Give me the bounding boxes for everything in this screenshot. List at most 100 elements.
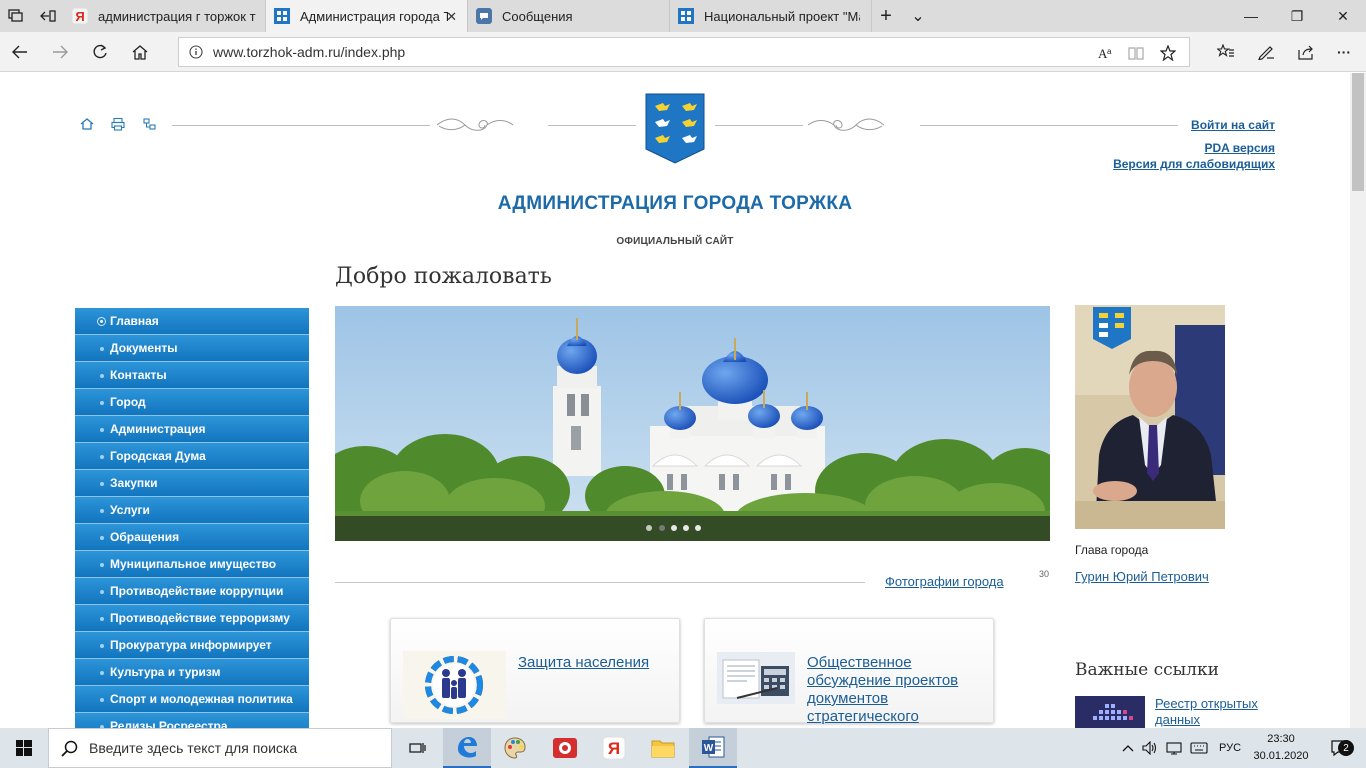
windows-taskbar: Введите здесь текст для поиска Я W РУС 2… <box>0 728 1366 768</box>
print-icon[interactable] <box>111 117 125 131</box>
close-window-button[interactable]: ✕ <box>1320 0 1366 32</box>
public-discussion-link[interactable]: Общественное обсуждение проектов докумен… <box>807 654 987 728</box>
mayor-photo[interactable] <box>1075 305 1225 529</box>
slider-dot[interactable] <box>683 525 689 531</box>
start-button[interactable] <box>0 728 48 768</box>
tabs-dropdown-icon[interactable]: ⌄ <box>902 0 934 32</box>
menu-item-documents[interactable]: Документы <box>75 335 309 362</box>
civil-protection-card[interactable]: Защита населения <box>390 618 680 723</box>
windows-logo-icon <box>16 740 32 756</box>
menu-item-municipal-property[interactable]: Муниципальное имущество <box>75 551 309 578</box>
slider-dot-active[interactable] <box>659 525 665 531</box>
menu-item-sport-youth[interactable]: Спорт и молодежная политика <box>75 686 309 713</box>
address-bar[interactable]: www.torzhok-adm.ru/index.php Aa <box>178 37 1190 67</box>
slider-control-bar <box>335 516 1050 541</box>
menu-item-label: Закупки <box>110 476 158 490</box>
web-page: Войти на сайт PDA версия Версия для слаб… <box>0 73 1350 728</box>
menu-item-label: Противодействие терроризму <box>110 611 290 625</box>
taskbar-paint[interactable] <box>491 728 539 768</box>
menu-item-procurement[interactable]: Закупки <box>75 470 309 497</box>
menu-item-label: Документы <box>110 341 178 355</box>
public-discussion-card[interactable]: Общественное обсуждение проектов докумен… <box>704 618 994 728</box>
mayor-name-link[interactable]: Гурин Юрий Петрович <box>1075 569 1209 584</box>
civil-protection-link[interactable]: Защита населения <box>518 654 668 672</box>
tab-messages[interactable]: Сообщения <box>468 0 670 32</box>
taskbar-word[interactable]: W <box>689 728 737 768</box>
sitemap-icon[interactable] <box>143 117 157 131</box>
scrollbar-thumb[interactable] <box>1352 73 1364 191</box>
web-note-icon[interactable] <box>1248 36 1284 68</box>
favorites-hub-icon[interactable] <box>1208 36 1244 68</box>
favorite-star-icon[interactable] <box>1155 42 1181 64</box>
home-icon[interactable] <box>80 117 94 131</box>
taskbar-media-app[interactable] <box>541 728 589 768</box>
slider-dot[interactable] <box>695 525 701 531</box>
taskbar-edge[interactable] <box>443 728 491 768</box>
pda-version-link[interactable]: PDA версия <box>1205 141 1276 155</box>
new-tab-button[interactable]: + <box>870 0 902 32</box>
slider-dot[interactable] <box>646 525 652 531</box>
menu-item-contacts[interactable]: Контакты <box>75 362 309 389</box>
forward-button[interactable] <box>42 36 78 68</box>
taskbar-file-explorer[interactable] <box>639 728 687 768</box>
media-player-icon <box>553 738 577 758</box>
minimize-button[interactable]: — <box>1228 0 1274 32</box>
menu-item-culture-tourism[interactable]: Культура и туризм <box>75 659 309 686</box>
menu-item-label: Главная <box>110 314 159 328</box>
mayor-caption: Глава города <box>1075 543 1149 557</box>
tab-yandex-search[interactable]: Я администрация г торжок т <box>64 0 266 32</box>
share-icon[interactable] <box>1288 36 1324 68</box>
home-button[interactable] <box>122 36 158 68</box>
task-view-button[interactable] <box>394 728 442 768</box>
ornament-left-icon <box>436 118 514 131</box>
site-favicon-icon <box>678 8 694 24</box>
more-menu-icon[interactable]: ··· <box>1326 36 1362 68</box>
menu-item-anti-corruption[interactable]: Противодействие коррупции <box>75 578 309 605</box>
taskbar-clock[interactable]: 23:30 30.01.2020 <box>1253 731 1309 765</box>
menu-item-appeals[interactable]: Обращения <box>75 524 309 551</box>
menu-item-label: Прокуратура информирует <box>110 638 272 652</box>
open-data-registry-icon[interactable] <box>1075 696 1145 728</box>
menu-item-rosreestr[interactable]: Релизы Росреестра <box>75 713 309 728</box>
network-icon[interactable] <box>1164 728 1184 768</box>
close-tab-icon[interactable]: ✕ <box>446 9 457 25</box>
set-aside-tabs-icon[interactable] <box>32 0 64 32</box>
slider-dot[interactable] <box>671 525 677 531</box>
refresh-button[interactable] <box>82 36 118 68</box>
church-photo <box>335 306 1050 541</box>
page-info-icon[interactable] <box>189 45 203 62</box>
menu-item-label: Противодействие коррупции <box>110 584 284 598</box>
login-link[interactable]: Войти на сайт <box>1191 118 1275 132</box>
keyboard-icon[interactable] <box>1188 728 1210 768</box>
menu-item-city-duma[interactable]: Городская Дума <box>75 443 309 470</box>
taskbar-search-box[interactable]: Введите здесь текст для поиска <box>48 728 392 768</box>
low-vision-version-link[interactable]: Версия для слабовидящих <box>1113 157 1275 171</box>
menu-item-anti-terrorism[interactable]: Противодействие терроризму <box>75 605 309 632</box>
tab-torzhok-administration[interactable]: Администрация города Торжка ✕ <box>266 0 468 32</box>
menu-item-administration[interactable]: Администрация <box>75 416 309 443</box>
read-aloud-icon[interactable]: Aa <box>1093 42 1119 64</box>
menu-item-city[interactable]: Город <box>75 389 309 416</box>
menu-item-home[interactable]: Главная <box>75 308 309 335</box>
reading-view-icon[interactable] <box>1123 42 1149 64</box>
menu-item-prosecutor[interactable]: Прокуратура информирует <box>75 632 309 659</box>
city-photo-slider[interactable] <box>335 306 1050 541</box>
language-indicator[interactable]: РУС <box>1214 728 1246 768</box>
menu-item-services[interactable]: Услуги <box>75 497 309 524</box>
tab-actions-icon[interactable] <box>0 0 32 32</box>
show-hidden-icons-icon[interactable] <box>1118 728 1138 768</box>
bullet-icon <box>100 482 104 486</box>
tab-national-project[interactable]: Национальный проект "Малое <box>670 0 872 32</box>
volume-icon[interactable] <box>1140 728 1160 768</box>
city-photos-link[interactable]: Фотографии города <box>885 574 1004 589</box>
open-data-registry-link[interactable]: Реестр открытых данных <box>1155 696 1285 728</box>
bullet-icon <box>100 698 104 702</box>
taskbar-yandex-browser[interactable]: Я <box>590 728 638 768</box>
ornament-right-icon <box>807 118 885 131</box>
site-favicon-icon <box>274 8 290 24</box>
restore-button[interactable]: ❐ <box>1274 0 1320 32</box>
page-scrollbar[interactable] <box>1350 73 1366 728</box>
menu-item-label: Городская Дума <box>110 449 206 463</box>
task-view-icon <box>409 743 426 753</box>
back-button[interactable] <box>2 36 38 68</box>
